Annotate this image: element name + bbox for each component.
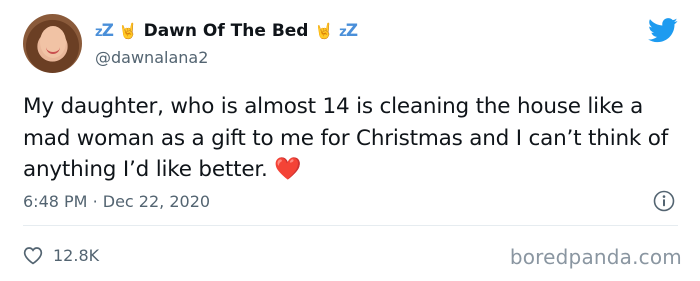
tweet-text: My daughter, who is almost 14 is cleanin… [23,94,669,182]
twitter-bird-icon[interactable] [648,18,678,43]
red-heart-emoji: ❤️ [274,157,302,182]
author-name[interactable]: Dawn Of The Bed [144,21,309,41]
author-handle[interactable]: @dawnalana2 [95,48,208,67]
like-action[interactable]: 12.8K [23,246,99,265]
author-avatar[interactable] [23,14,82,73]
meta-separator: · [92,192,98,211]
sleep-zz-icon: zZ [95,21,114,41]
watermark: boredpanda.com [509,245,682,269]
tweet-time[interactable]: 6:48 PM [23,192,87,211]
info-icon[interactable] [653,190,675,212]
like-count: 12.8K [53,246,100,265]
tweet-date[interactable]: Dec 22, 2020 [103,192,210,211]
sleep-zz-icon: zZ [339,21,358,41]
tweet-timestamp[interactable]: 6:48 PM · Dec 22, 2020 [23,192,210,211]
divider [23,225,678,226]
tweet-body: My daughter, who is almost 14 is cleanin… [23,91,683,186]
author-name-row[interactable]: zZ 🤘 Dawn Of The Bed 🤘 zZ [95,21,358,41]
rock-hand-icon: 🤘 [314,21,334,40]
rock-hand-icon: 🤘 [118,21,138,40]
heart-outline-icon[interactable] [23,246,43,265]
